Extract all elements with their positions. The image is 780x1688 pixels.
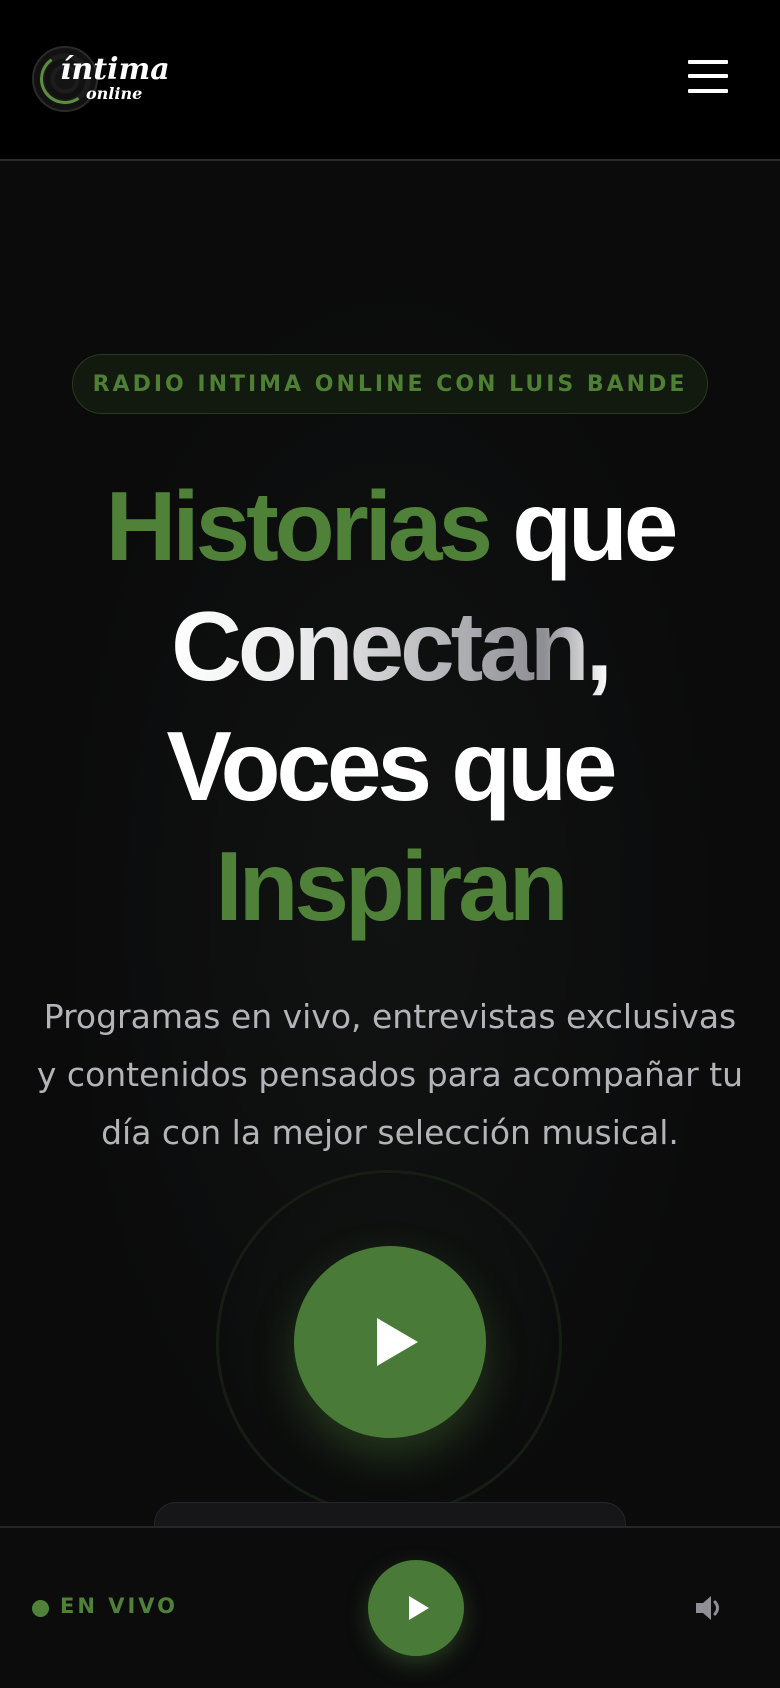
- live-indicator-dot: [32, 1600, 49, 1617]
- menu-bar: [688, 89, 728, 93]
- play-icon: [377, 1318, 418, 1366]
- page: íntima online RADIO INTIMA ONLINE CON LU…: [0, 0, 780, 1688]
- play-icon: [409, 1596, 429, 1620]
- site-header: íntima online: [0, 0, 780, 161]
- live-label: EN VIVO: [60, 1594, 179, 1618]
- logo-subtitle: online: [86, 84, 143, 103]
- hamburger-menu-icon[interactable]: [682, 56, 730, 100]
- headline-word-que: que: [512, 471, 678, 581]
- headline-word-conectan: Conectan,: [171, 591, 613, 701]
- hero-headline: Historias que Conectan, Voces que Inspir…: [20, 466, 760, 946]
- hero-subtitle: Programas en vivo, entrevistas exclusiva…: [36, 997, 744, 1152]
- headline-line-3: Voces que: [166, 711, 618, 821]
- headline-line-2: Conectan,: [20, 586, 760, 706]
- headline-line-1: Historias que: [20, 466, 760, 586]
- hero-play-button[interactable]: [294, 1246, 486, 1438]
- menu-bar: [688, 60, 728, 64]
- headline-word-historias: Historias: [105, 471, 493, 581]
- volume-icon: [696, 1596, 719, 1620]
- tagline-badge: RADIO INTIMA ONLINE CON LUIS BANDE: [72, 354, 708, 414]
- volume-button[interactable]: [692, 1590, 728, 1626]
- logo[interactable]: íntima online: [30, 44, 170, 116]
- tagline-text: RADIO INTIMA ONLINE CON LUIS BANDE: [92, 371, 688, 397]
- player-play-button[interactable]: [368, 1560, 464, 1656]
- logo-wordmark: íntima: [60, 52, 170, 87]
- menu-bar: [688, 74, 728, 78]
- headline-line-4: Inspiran: [215, 831, 568, 941]
